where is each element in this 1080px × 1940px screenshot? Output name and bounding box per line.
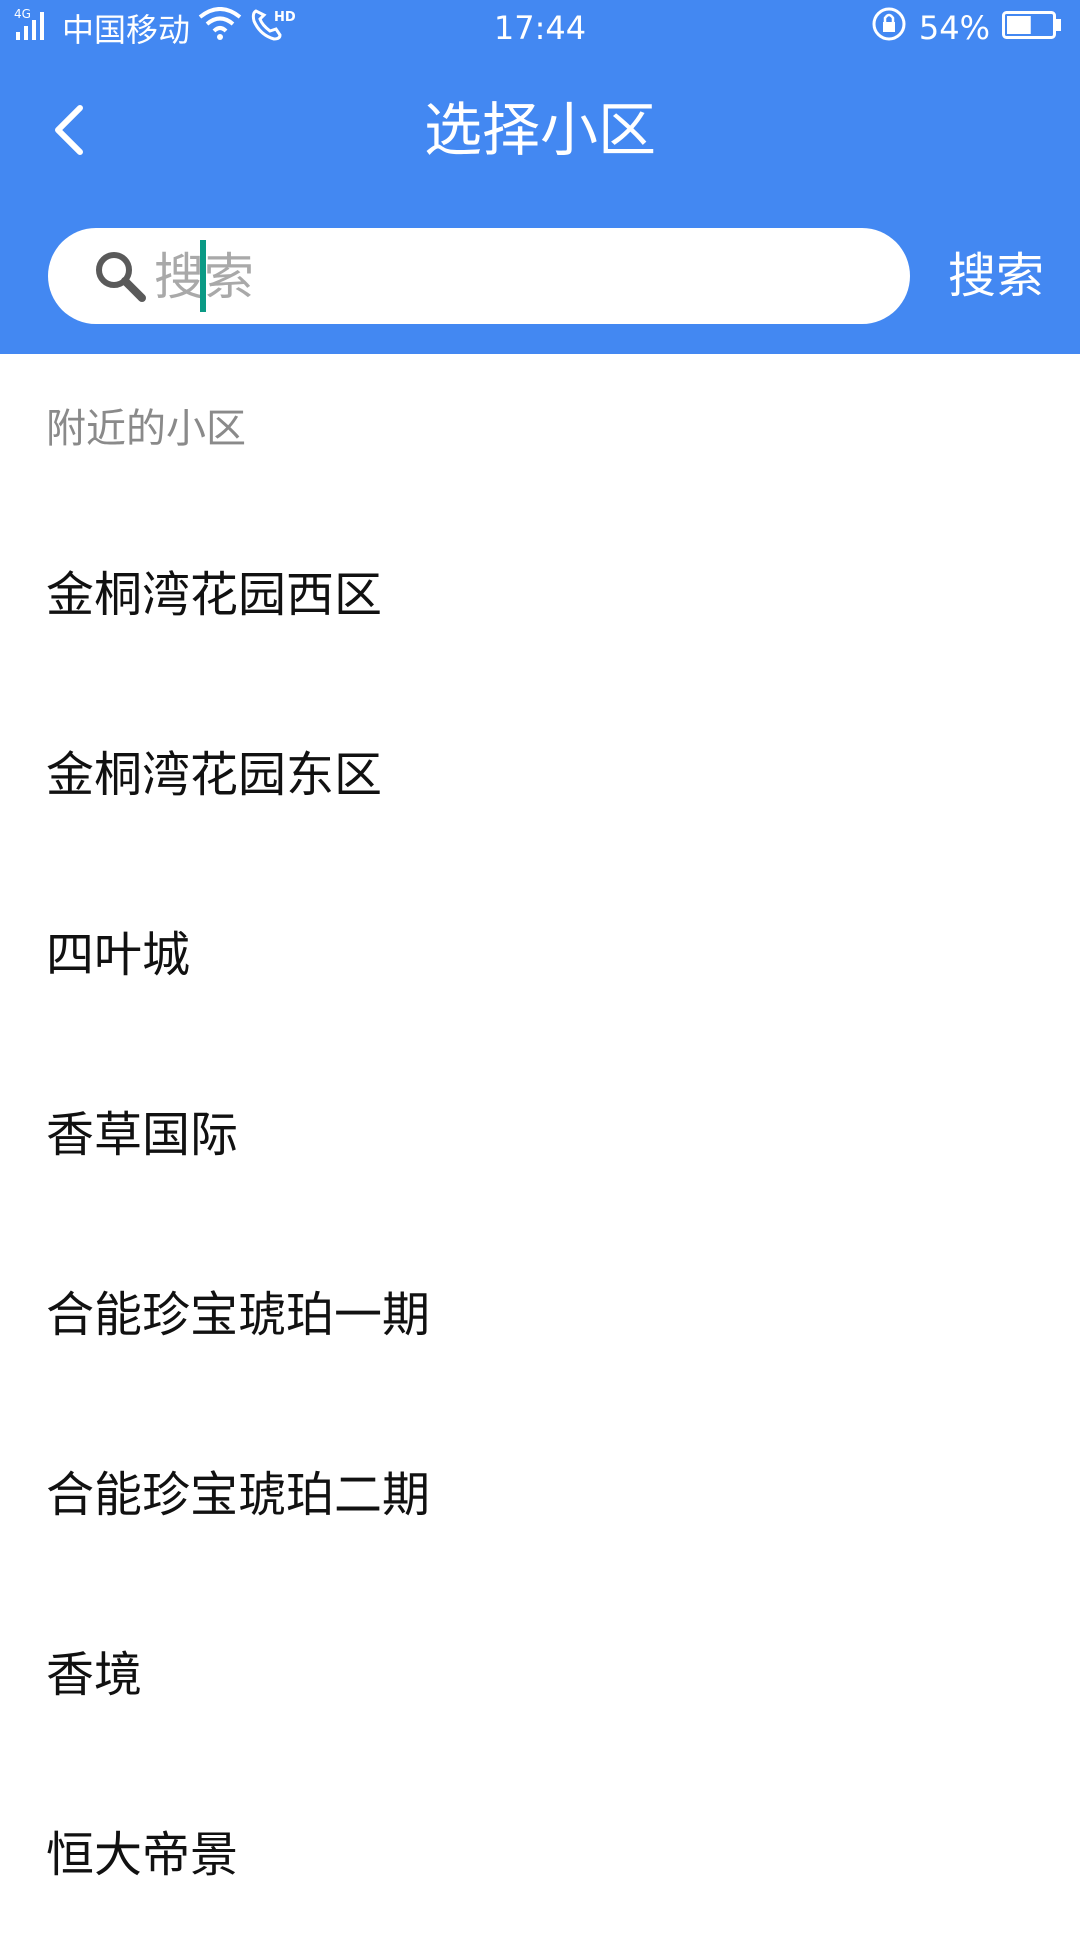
page-title: 选择小区	[423, 96, 656, 164]
search-button[interactable]: 搜索	[948, 232, 1044, 320]
community-list: 金桐湾花园西区 金桐湾花园东区 四叶城 香草国际 合能珍宝琥珀一期 合能珍宝琥珀…	[0, 500, 1080, 1940]
battery-percent: 54%	[918, 9, 990, 47]
search-input[interactable]	[152, 234, 876, 320]
community-item[interactable]: 金桐湾花园西区	[0, 500, 1080, 680]
community-item[interactable]: 香境	[0, 1580, 1080, 1760]
community-item[interactable]: 香草国际	[0, 1040, 1080, 1220]
community-item[interactable]: 合能珍宝琥珀一期	[0, 1220, 1080, 1400]
community-item[interactable]: 合能珍宝琥珀二期	[0, 1400, 1080, 1580]
nearby-section-label: 附近的小区	[46, 406, 246, 452]
community-item[interactable]: 恒大帝景	[0, 1760, 1080, 1940]
battery-icon	[1002, 9, 1062, 47]
search-icon	[96, 252, 146, 302]
community-item[interactable]: 四叶城	[0, 860, 1080, 1040]
community-item[interactable]: 金桐湾花园东区	[0, 680, 1080, 860]
status-right: 54%	[871, 6, 1062, 50]
text-caret	[200, 240, 206, 312]
search-box[interactable]	[48, 228, 910, 324]
title-bar: 选择小区	[0, 70, 1080, 190]
header-bar: 4G 中国移动 HD 17:44 54% 选择小区 搜索 搜索	[0, 0, 1080, 354]
status-bar: 4G 中国移动 HD 17:44 54%	[0, 0, 1080, 56]
rotation-lock-icon	[871, 6, 907, 50]
